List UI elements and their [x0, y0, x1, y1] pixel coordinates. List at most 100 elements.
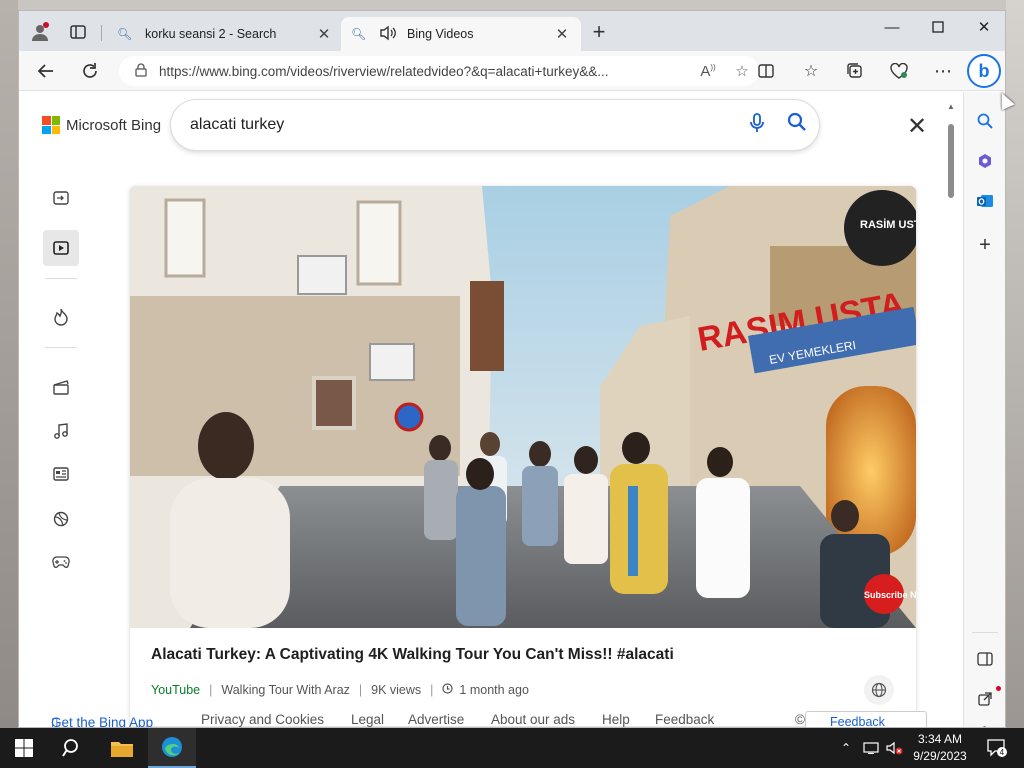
- tab-actions-icon[interactable]: [63, 17, 93, 47]
- search-icon[interactable]: [775, 112, 819, 138]
- video-thumbnail[interactable]: RASIM USTA EV YEMEKLERI RASİM USTA: [130, 186, 916, 628]
- browser-window: 🔍︎ korku seansi 2 - Search ✕ 🔍︎ Bing Vid…: [18, 10, 1006, 728]
- clock-icon: [442, 683, 454, 697]
- outlook-icon[interactable]: [970, 186, 1000, 216]
- split-screen-icon[interactable]: [750, 56, 782, 86]
- video-views: 9K views: [371, 683, 422, 697]
- video-result-card[interactable]: RASIM USTA EV YEMEKLERI RASİM USTA: [130, 186, 916, 726]
- clock-time: 3:34 AM: [917, 732, 963, 746]
- file-explorer-icon[interactable]: [98, 728, 146, 768]
- microsoft-logo-icon: [42, 116, 60, 134]
- microphone-icon[interactable]: [739, 112, 775, 138]
- page-scrollbar[interactable]: ▲: [947, 102, 955, 702]
- search-icon: 🔍︎: [117, 27, 133, 41]
- music-note-icon[interactable]: [43, 413, 79, 449]
- close-video-icon[interactable]: ✕: [903, 112, 931, 140]
- sidebar-tools-icon[interactable]: [970, 146, 1000, 176]
- bing-copilot-icon[interactable]: b: [967, 54, 1001, 88]
- maximize-icon[interactable]: [915, 11, 961, 43]
- windows-taskbar: ⌃ 3:34 AM 9/29/2023 4: [0, 728, 1024, 768]
- video-source[interactable]: YouTube: [151, 683, 200, 697]
- search-box[interactable]: alacati turkey: [171, 100, 819, 150]
- edge-sidebar: +: [963, 92, 1005, 727]
- videos-nav-icon[interactable]: [43, 230, 79, 266]
- sidebar-divider: [972, 632, 998, 633]
- video-age: 1 month ago: [459, 683, 529, 697]
- new-tab-icon[interactable]: +: [584, 17, 614, 47]
- more-options-icon[interactable]: ⋯: [927, 56, 959, 86]
- network-icon[interactable]: [860, 728, 882, 768]
- nav-divider: [45, 347, 77, 348]
- read-aloud-icon[interactable]: A)): [691, 63, 725, 80]
- minimize-icon[interactable]: —: [869, 11, 915, 43]
- round-sign-text: RASİM USTA: [860, 218, 916, 231]
- collections-icon[interactable]: [839, 56, 871, 86]
- tab-title: Bing Videos: [407, 27, 474, 41]
- about-ads-link[interactable]: About our ads: [491, 712, 575, 727]
- edge-browser-icon[interactable]: [148, 728, 196, 768]
- privacy-link[interactable]: Privacy and Cookies: [201, 712, 324, 727]
- browser-essentials-icon[interactable]: [883, 56, 915, 86]
- address-bar[interactable]: https://www.bing.com/videos/riverview/re…: [119, 56, 759, 86]
- tab-divider: [101, 25, 102, 41]
- logo-text: Microsoft Bing: [66, 116, 162, 134]
- bing-video-page: Microsoft Bing alacati turkey ✕ RASIM US…: [19, 92, 963, 728]
- trending-fire-icon[interactable]: [43, 299, 79, 335]
- taskbar-search-icon[interactable]: [48, 728, 96, 768]
- video-channel[interactable]: Walking Tour With Araz: [221, 683, 350, 697]
- speaker-icon[interactable]: [379, 25, 401, 44]
- refresh-icon[interactable]: [75, 56, 105, 86]
- notification-count: 4: [1000, 748, 1005, 757]
- sports-ball-icon[interactable]: [43, 501, 79, 537]
- clock-date: 9/29/2023: [913, 749, 967, 763]
- profile-icon[interactable]: [25, 17, 55, 47]
- close-tab-icon[interactable]: ✕: [315, 25, 333, 43]
- help-link[interactable]: Help: [602, 712, 630, 727]
- exit-fullscreen-icon[interactable]: [43, 180, 79, 216]
- close-window-icon[interactable]: ✕: [961, 11, 1005, 43]
- action-center-icon[interactable]: 4: [982, 728, 1012, 768]
- globe-icon[interactable]: [864, 675, 894, 705]
- search-input[interactable]: alacati turkey: [190, 116, 739, 134]
- copyright-text: ©: [795, 712, 805, 727]
- search-icon: 🔍︎: [351, 27, 367, 41]
- desktop-background-left: [0, 0, 18, 728]
- sidebar-search-icon[interactable]: [970, 106, 1000, 136]
- back-icon[interactable]: [31, 56, 61, 86]
- favorites-icon[interactable]: ☆: [795, 56, 827, 86]
- tab-bar: 🔍︎ korku seansi 2 - Search ✕ 🔍︎ Bing Vid…: [19, 11, 1005, 51]
- tab-title: korku seansi 2 - Search: [145, 27, 277, 41]
- tab-search[interactable]: 🔍︎ korku seansi 2 - Search ✕: [107, 17, 343, 51]
- meta-separator: |: [358, 683, 363, 697]
- notification-dot: [996, 686, 1001, 691]
- video-title[interactable]: Alacati Turkey: A Captivating 4K Walking…: [151, 646, 674, 664]
- url-text[interactable]: https://www.bing.com/videos/riverview/re…: [159, 64, 691, 79]
- windows-start-icon[interactable]: [0, 728, 48, 768]
- desktop-background-right: [1006, 0, 1024, 728]
- feedback-button[interactable]: Feedback: [805, 711, 927, 728]
- scroll-up-arrow-icon[interactable]: ▲: [947, 102, 955, 111]
- add-sidebar-app-icon[interactable]: +: [970, 230, 1000, 260]
- movies-clapperboard-icon[interactable]: [43, 369, 79, 405]
- news-icon[interactable]: [43, 456, 79, 492]
- hide-sidebar-icon[interactable]: [970, 644, 1000, 674]
- lock-icon[interactable]: [135, 62, 147, 80]
- video-metadata: YouTube | Walking Tour With Araz | 9K vi…: [151, 683, 529, 697]
- scrollbar-thumb[interactable]: [948, 124, 954, 198]
- legal-link[interactable]: Legal: [351, 712, 384, 727]
- system-clock[interactable]: 3:34 AM 9/29/2023: [904, 731, 976, 765]
- close-tab-icon[interactable]: ✕: [553, 25, 571, 43]
- meta-separator: |: [209, 683, 213, 697]
- feedback-link[interactable]: Feedback: [655, 712, 714, 727]
- tab-bing-videos[interactable]: 🔍︎ Bing Videos ✕: [341, 17, 581, 51]
- nav-divider: [45, 278, 77, 279]
- advertise-link[interactable]: Advertise: [408, 712, 464, 727]
- feedback-label: Feedback: [830, 715, 885, 728]
- gaming-controller-icon[interactable]: [43, 544, 79, 580]
- volume-muted-icon[interactable]: [884, 728, 906, 768]
- tray-chevron-icon[interactable]: ⌃: [836, 728, 856, 768]
- browser-toolbar: https://www.bing.com/videos/riverview/re…: [19, 51, 1005, 91]
- meta-separator: |: [430, 683, 434, 697]
- microsoft-bing-logo[interactable]: Microsoft Bing: [42, 116, 161, 134]
- settings-gear-icon[interactable]: [970, 718, 1000, 727]
